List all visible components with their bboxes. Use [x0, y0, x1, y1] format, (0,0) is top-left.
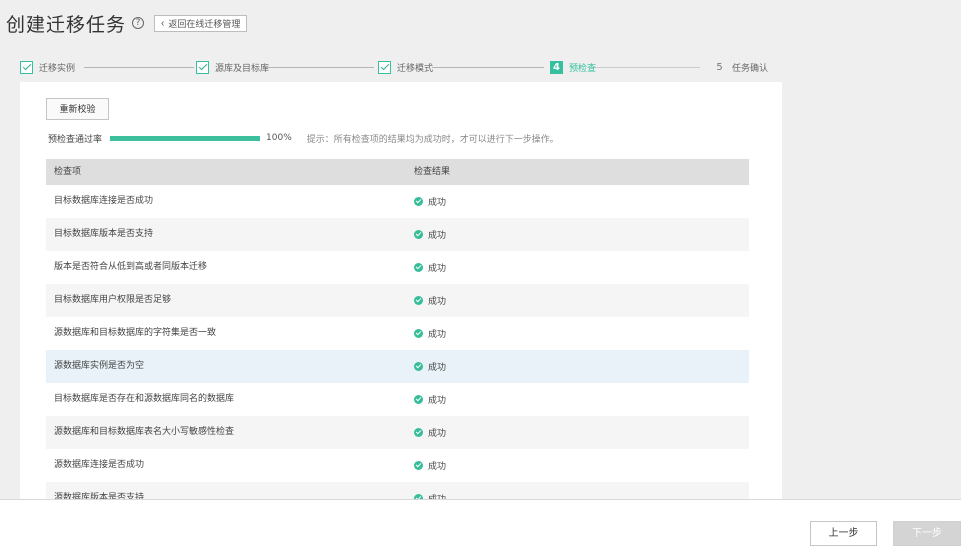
table-row: 目标数据库是否存在和源数据库同名的数据库 成功 — [46, 383, 749, 416]
check-result-text: 成功 — [428, 330, 447, 340]
check-result-cell: 成功 — [408, 284, 749, 317]
checkbox-checked-icon — [196, 60, 209, 74]
check-result-text: 成功 — [428, 495, 447, 500]
check-item-cell: 源数据库和目标数据库的字符集是否一致 — [54, 328, 217, 338]
precheck-progress-row: 预检查通过率 100% 提示：所有检查项的结果均为成功时，才可以进行下一步操作。 — [48, 131, 559, 145]
previous-step-button[interactable]: 上一步 — [810, 521, 877, 546]
step-4: 4 预检查 — [550, 58, 596, 76]
success-check-icon — [414, 428, 423, 437]
check-result-cell: 成功 — [408, 185, 749, 218]
pass-rate-label: 预检查通过率 — [48, 134, 103, 145]
title-bar: 创建迁移任务 ? ‹ 返回在线迁移管理 — [0, 8, 248, 38]
question-circle-icon[interactable]: ? — [132, 17, 145, 29]
step-1: 迁移实例 — [20, 58, 75, 76]
check-result-cell: 成功 — [408, 449, 749, 482]
step-3-label: 迁移模式 — [397, 63, 434, 74]
check-result-text: 成功 — [428, 264, 447, 274]
check-result-cell: 成功 — [408, 317, 749, 350]
table-row: 源数据库和目标数据库表名大小写敏感性检查 成功 — [46, 416, 749, 449]
table-row: 版本是否符合从低到高或者同版本迁移 成功 — [46, 251, 749, 284]
check-item-cell: 目标数据库版本是否支持 — [54, 229, 154, 239]
check-result-text: 成功 — [428, 429, 447, 439]
back-to-migration-management-button[interactable]: ‹ 返回在线迁移管理 — [154, 14, 248, 32]
check-item-cell: 源数据库版本是否支持 — [54, 493, 145, 500]
table-body: 目标数据库连接是否成功 成功 目标数据库版本是否支持 成功 版本是否符合从低到高或者同版… — [46, 185, 749, 500]
check-item-cell: 目标数据库是否存在和源数据库同名的数据库 — [54, 394, 235, 404]
check-result-text: 成功 — [428, 231, 447, 241]
check-item-cell: 源数据库和目标数据库表名大小写敏感性检查 — [54, 427, 235, 437]
step-2-label: 源库及目标库 — [215, 63, 270, 74]
table-row: 源数据库连接是否成功 成功 — [46, 449, 749, 482]
precheck-panel: 重新校验 预检查通过率 100% 提示：所有检查项的结果均为成功时，才可以进行下… — [20, 82, 782, 500]
success-check-icon — [414, 296, 423, 305]
success-check-icon — [414, 230, 423, 239]
step-5-number: 5 — [716, 61, 723, 73]
step-connector — [592, 67, 700, 68]
table-row: 源数据库和目标数据库的字符集是否一致 成功 — [46, 317, 749, 350]
recheck-button[interactable]: 重新校验 — [46, 98, 109, 120]
page: 创建迁移任务 ? ‹ 返回在线迁移管理 迁移实例 源库及目标库 迁移模式 4 预… — [0, 0, 961, 552]
main-window: 创建迁移任务 ? ‹ 返回在线迁移管理 迁移实例 源库及目标库 迁移模式 4 预… — [0, 0, 961, 500]
check-item-cell: 源数据库实例是否为空 — [54, 361, 145, 371]
checkbox-checked-icon — [20, 60, 33, 74]
step-1-label: 迁移实例 — [39, 63, 76, 74]
table-row: 目标数据库版本是否支持 成功 — [46, 218, 749, 251]
check-result-cell: 成功 — [408, 251, 749, 284]
step-connector — [84, 67, 194, 68]
success-check-icon — [414, 329, 423, 338]
check-result-cell: 成功 — [408, 350, 749, 383]
step-5: 5 任务确认 — [713, 58, 768, 76]
check-item-cell: 版本是否符合从低到高或者同版本迁移 — [54, 262, 208, 272]
check-item-cell: 目标数据库用户权限是否足够 — [54, 295, 172, 305]
step-3: 迁移模式 — [378, 58, 433, 76]
table-row: 源数据库实例是否为空 成功 — [46, 350, 749, 383]
success-check-icon — [414, 362, 423, 371]
step-5-label: 任务确认 — [732, 63, 769, 74]
success-check-icon — [414, 461, 423, 470]
check-result-cell: 成功 — [408, 218, 749, 251]
check-result-text: 成功 — [428, 462, 447, 472]
table-header: 检查项 检查结果 — [46, 159, 749, 185]
check-result-cell: 成功 — [408, 383, 749, 416]
success-check-icon — [414, 395, 423, 404]
check-result-cell: 成功 — [408, 482, 749, 500]
chevron-left-icon: ‹ — [161, 17, 165, 29]
check-item-cell: 目标数据库连接是否成功 — [54, 196, 154, 206]
step-connector — [264, 67, 374, 68]
checkbox-checked-icon — [378, 60, 391, 74]
check-result-text: 成功 — [428, 198, 447, 208]
page-title: 创建迁移任务 — [6, 13, 127, 36]
check-result-cell: 成功 — [408, 416, 749, 449]
step-indicator: 迁移实例 源库及目标库 迁移模式 4 预检查 5 任务确认 — [20, 58, 780, 78]
next-step-button[interactable]: 下一步 — [893, 521, 961, 546]
progress-bar-fill — [110, 135, 261, 141]
back-button-label: 返回在线迁移管理 — [168, 18, 241, 29]
precheck-hint: 提示：所有检查项的结果均为成功时，才可以进行下一步操作。 — [306, 134, 559, 145]
step-connector — [432, 67, 544, 68]
check-result-text: 成功 — [428, 396, 447, 406]
progress-percent: 100% — [266, 133, 292, 143]
success-check-icon — [414, 197, 423, 206]
step-4-label: 预检查 — [569, 63, 597, 74]
table-row: 源数据库版本是否支持 成功 — [46, 482, 749, 500]
step-4-number: 4 — [550, 60, 563, 74]
success-check-icon — [414, 263, 423, 272]
precheck-table: 检查项 检查结果 目标数据库连接是否成功 成功 目标数据库版本是否支持 成功 版本是否符… — [46, 159, 749, 500]
table-row: 目标数据库用户权限是否足够 成功 — [46, 284, 749, 317]
check-result-text: 成功 — [428, 363, 447, 373]
progress-bar — [110, 135, 261, 141]
step-2: 源库及目标库 — [196, 58, 269, 76]
check-result-text: 成功 — [428, 297, 447, 307]
column-header-check-item: 检查项 — [54, 167, 82, 177]
table-row: 目标数据库连接是否成功 成功 — [46, 185, 749, 218]
check-item-cell: 源数据库连接是否成功 — [54, 460, 145, 470]
column-header-check-result: 检查结果 — [414, 167, 451, 177]
